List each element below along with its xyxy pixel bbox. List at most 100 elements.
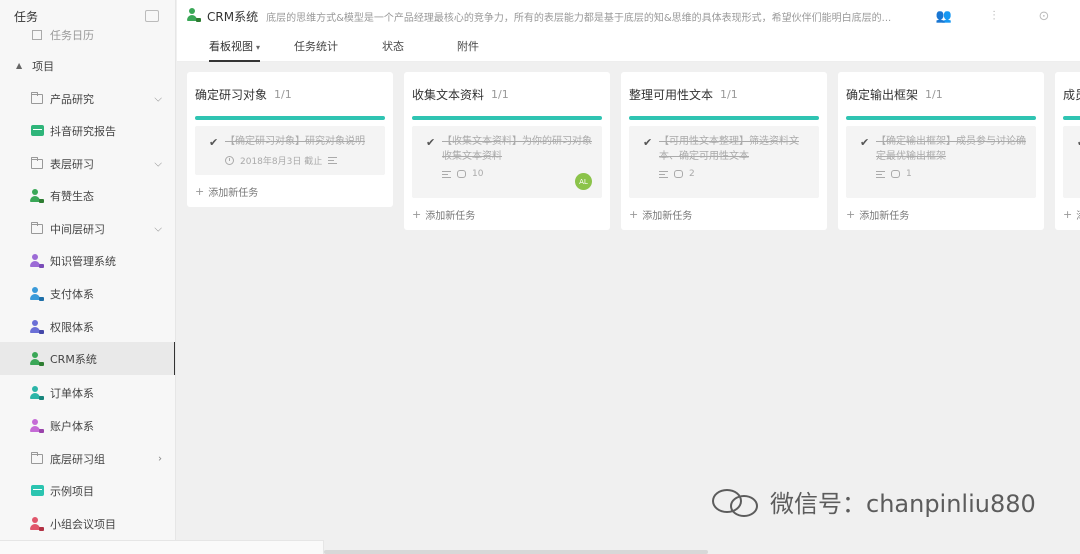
column-header: 整理可用性文本 1/1 (621, 72, 827, 116)
check-icon[interactable]: ✔ (860, 136, 869, 149)
folder-icon (30, 91, 44, 106)
plus-icon: + (846, 207, 856, 221)
sidebar-section-label: 项目 (32, 59, 55, 73)
check-icon[interactable]: ✔ (643, 136, 652, 149)
project-title: CRM系统 (207, 10, 259, 24)
user-project-icon (30, 253, 44, 268)
add-task-button[interactable]: + 添 (1055, 198, 1080, 230)
task-card[interactable]: ✔ 【收集文本资料】为你的研习对象收集文本资料 10 AL (412, 126, 602, 198)
sidebar-item-crm[interactable]: CRM系统 (0, 342, 175, 375)
chevron-down-icon[interactable]: ⌵ (154, 158, 162, 169)
description-icon (659, 170, 668, 178)
tab-attachments[interactable]: 附件 (457, 33, 479, 62)
add-task-button[interactable]: + 添加新任务 (621, 198, 827, 230)
tab-board-view[interactable]: 看板视图 ▾ (209, 33, 261, 62)
task-card[interactable]: ✔ 【确定研习对象】研究对象说明 2018年8月3日 截止 (195, 126, 385, 175)
add-task-button[interactable]: + 添加新任务 (187, 175, 393, 207)
sidebar-item-product-research[interactable]: 产品研究 ⌵ (0, 82, 175, 115)
folder-icon (30, 451, 44, 466)
sidebar-item-label: 账户体系 (50, 419, 94, 433)
column-title: 确定输出框架 (846, 87, 919, 102)
folder-icon (30, 221, 44, 236)
folder-icon (30, 156, 44, 171)
wechat-watermark: 微信号：chanpinliu880 (712, 484, 1036, 519)
more-options-icon[interactable]: ⊙ (1036, 8, 1052, 24)
triangle-down-icon: ▲ (16, 61, 23, 70)
sidebar-item-middle-study[interactable]: 中间层研习 ⌵ (0, 212, 175, 245)
tab-label: 看板视图 (209, 40, 253, 53)
members-icon[interactable]: 👥 (936, 8, 952, 24)
column-header: 收集文本资料 1/1 (404, 72, 610, 116)
sidebar-item-task-calendar[interactable]: 任务日历 (0, 24, 175, 51)
project-description: 底层的思维方式&模型是一个产品经理最核心的竞争力，所有的表层能力都是基于底层的知… (266, 13, 892, 24)
column-progress-bar (412, 116, 602, 120)
sidebar: 任务 任务日历 ▲ 项目 产品研究 ⌵ 抖音研究报告 表层研习 ⌵ 有赞生态 中… (0, 0, 176, 554)
sidebar-list[interactable]: 任务日历 ▲ 项目 产品研究 ⌵ 抖音研究报告 表层研习 ⌵ 有赞生态 中间层研… (0, 24, 175, 554)
task-card[interactable]: ✔ (1063, 126, 1080, 198)
horizontal-scrollbar[interactable] (324, 550, 708, 554)
add-task-button[interactable]: + 添加新任务 (404, 198, 610, 230)
chevron-down-icon[interactable]: ⌵ (154, 223, 162, 234)
inbox-icon[interactable] (145, 10, 159, 22)
task-meta: 2018年8月3日 截止 (225, 154, 377, 167)
sidebar-item-label: 小组会议项目 (50, 517, 116, 531)
sidebar-item-douyin-report[interactable]: 抖音研究报告 (0, 114, 175, 147)
task-card[interactable]: ✔ 【可用性文本整理】筛选资料文本、确定可用性文本 2 (629, 126, 819, 198)
sidebar-item-example[interactable]: 示例项目 (0, 474, 175, 507)
column-title: 整理可用性文本 (629, 87, 714, 102)
sidebar-item-label: 底层研习组 (50, 452, 105, 466)
comment-count: 1 (906, 169, 912, 179)
sidebar-item-youzan[interactable]: 有赞生态 (0, 179, 175, 212)
sidebar-item-meeting[interactable]: 小组会议项目 (0, 507, 175, 540)
plus-icon: + (195, 184, 205, 198)
user-project-icon (30, 385, 44, 400)
column-title: 成员 (1063, 87, 1080, 102)
kanban-column: 成员 ✔ + 添 (1055, 72, 1080, 230)
column-progress-bar (629, 116, 819, 120)
add-task-button[interactable]: + 添加新任务 (838, 198, 1044, 230)
clock-icon (225, 156, 234, 165)
chevron-down-icon[interactable]: ⌵ (154, 93, 162, 104)
project-box-icon (30, 484, 44, 498)
column-header: 确定研习对象 1/1 (187, 72, 393, 116)
user-project-icon (30, 188, 44, 203)
avatar[interactable]: AL (575, 173, 592, 190)
sidebar-item-label: 权限体系 (50, 320, 94, 334)
tab-task-stats[interactable]: 任务统计 (294, 33, 338, 62)
settings-sliders-icon[interactable]: ⫶ (986, 8, 1002, 24)
description-icon (328, 157, 338, 164)
tab-status[interactable]: 状态 (382, 33, 404, 62)
task-card[interactable]: ✔ 【确定输出框架】成员参与讨论确定最优输出框架 1 (846, 126, 1036, 198)
sidebar-item-label: 表层研习 (50, 157, 94, 171)
check-icon[interactable]: ✔ (426, 136, 435, 149)
column-title: 确定研习对象 (195, 87, 268, 102)
description-icon (876, 170, 885, 178)
kanban-column: 确定输出框架 1/1 ✔ 【确定输出框架】成员参与讨论确定最优输出框架 1 + … (838, 72, 1044, 230)
task-due-date: 2018年8月3日 截止 (240, 157, 323, 167)
sidebar-item-label: 任务日历 (50, 28, 94, 42)
task-meta: 10 (442, 169, 594, 179)
sidebar-item-order[interactable]: 订单体系 (0, 376, 175, 409)
user-project-icon (30, 319, 44, 334)
project-box-icon (30, 124, 44, 138)
sidebar-section-projects[interactable]: ▲ 项目 (0, 49, 175, 82)
add-task-label: 添 (1076, 207, 1080, 222)
task-meta: 2 (659, 169, 811, 179)
sidebar-item-base-study[interactable]: 底层研习组 › (0, 442, 175, 475)
column-title: 收集文本资料 (412, 87, 485, 102)
column-progress-bar (1063, 116, 1080, 120)
sidebar-item-payment[interactable]: 支付体系 (0, 277, 175, 310)
column-count: 1/1 (274, 87, 292, 101)
header-actions: 👥 ⫶ ⊙ (936, 8, 1052, 24)
kanban-board[interactable]: 确定研习对象 1/1 ✔ 【确定研习对象】研究对象说明 2018年8月3日 截止… (177, 63, 1080, 554)
comment-icon (674, 170, 683, 178)
sidebar-item-permission[interactable]: 权限体系 (0, 310, 175, 343)
sidebar-item-account[interactable]: 账户体系 (0, 409, 175, 442)
sidebar-item-knowledge[interactable]: 知识管理系统 (0, 244, 175, 277)
calendar-icon (30, 28, 44, 42)
chevron-right-icon[interactable]: › (158, 453, 162, 464)
column-header: 成员 (1055, 72, 1080, 116)
sidebar-item-surface-study[interactable]: 表层研习 ⌵ (0, 147, 175, 180)
check-icon[interactable]: ✔ (209, 136, 218, 149)
sidebar-item-label: 支付体系 (50, 287, 94, 301)
